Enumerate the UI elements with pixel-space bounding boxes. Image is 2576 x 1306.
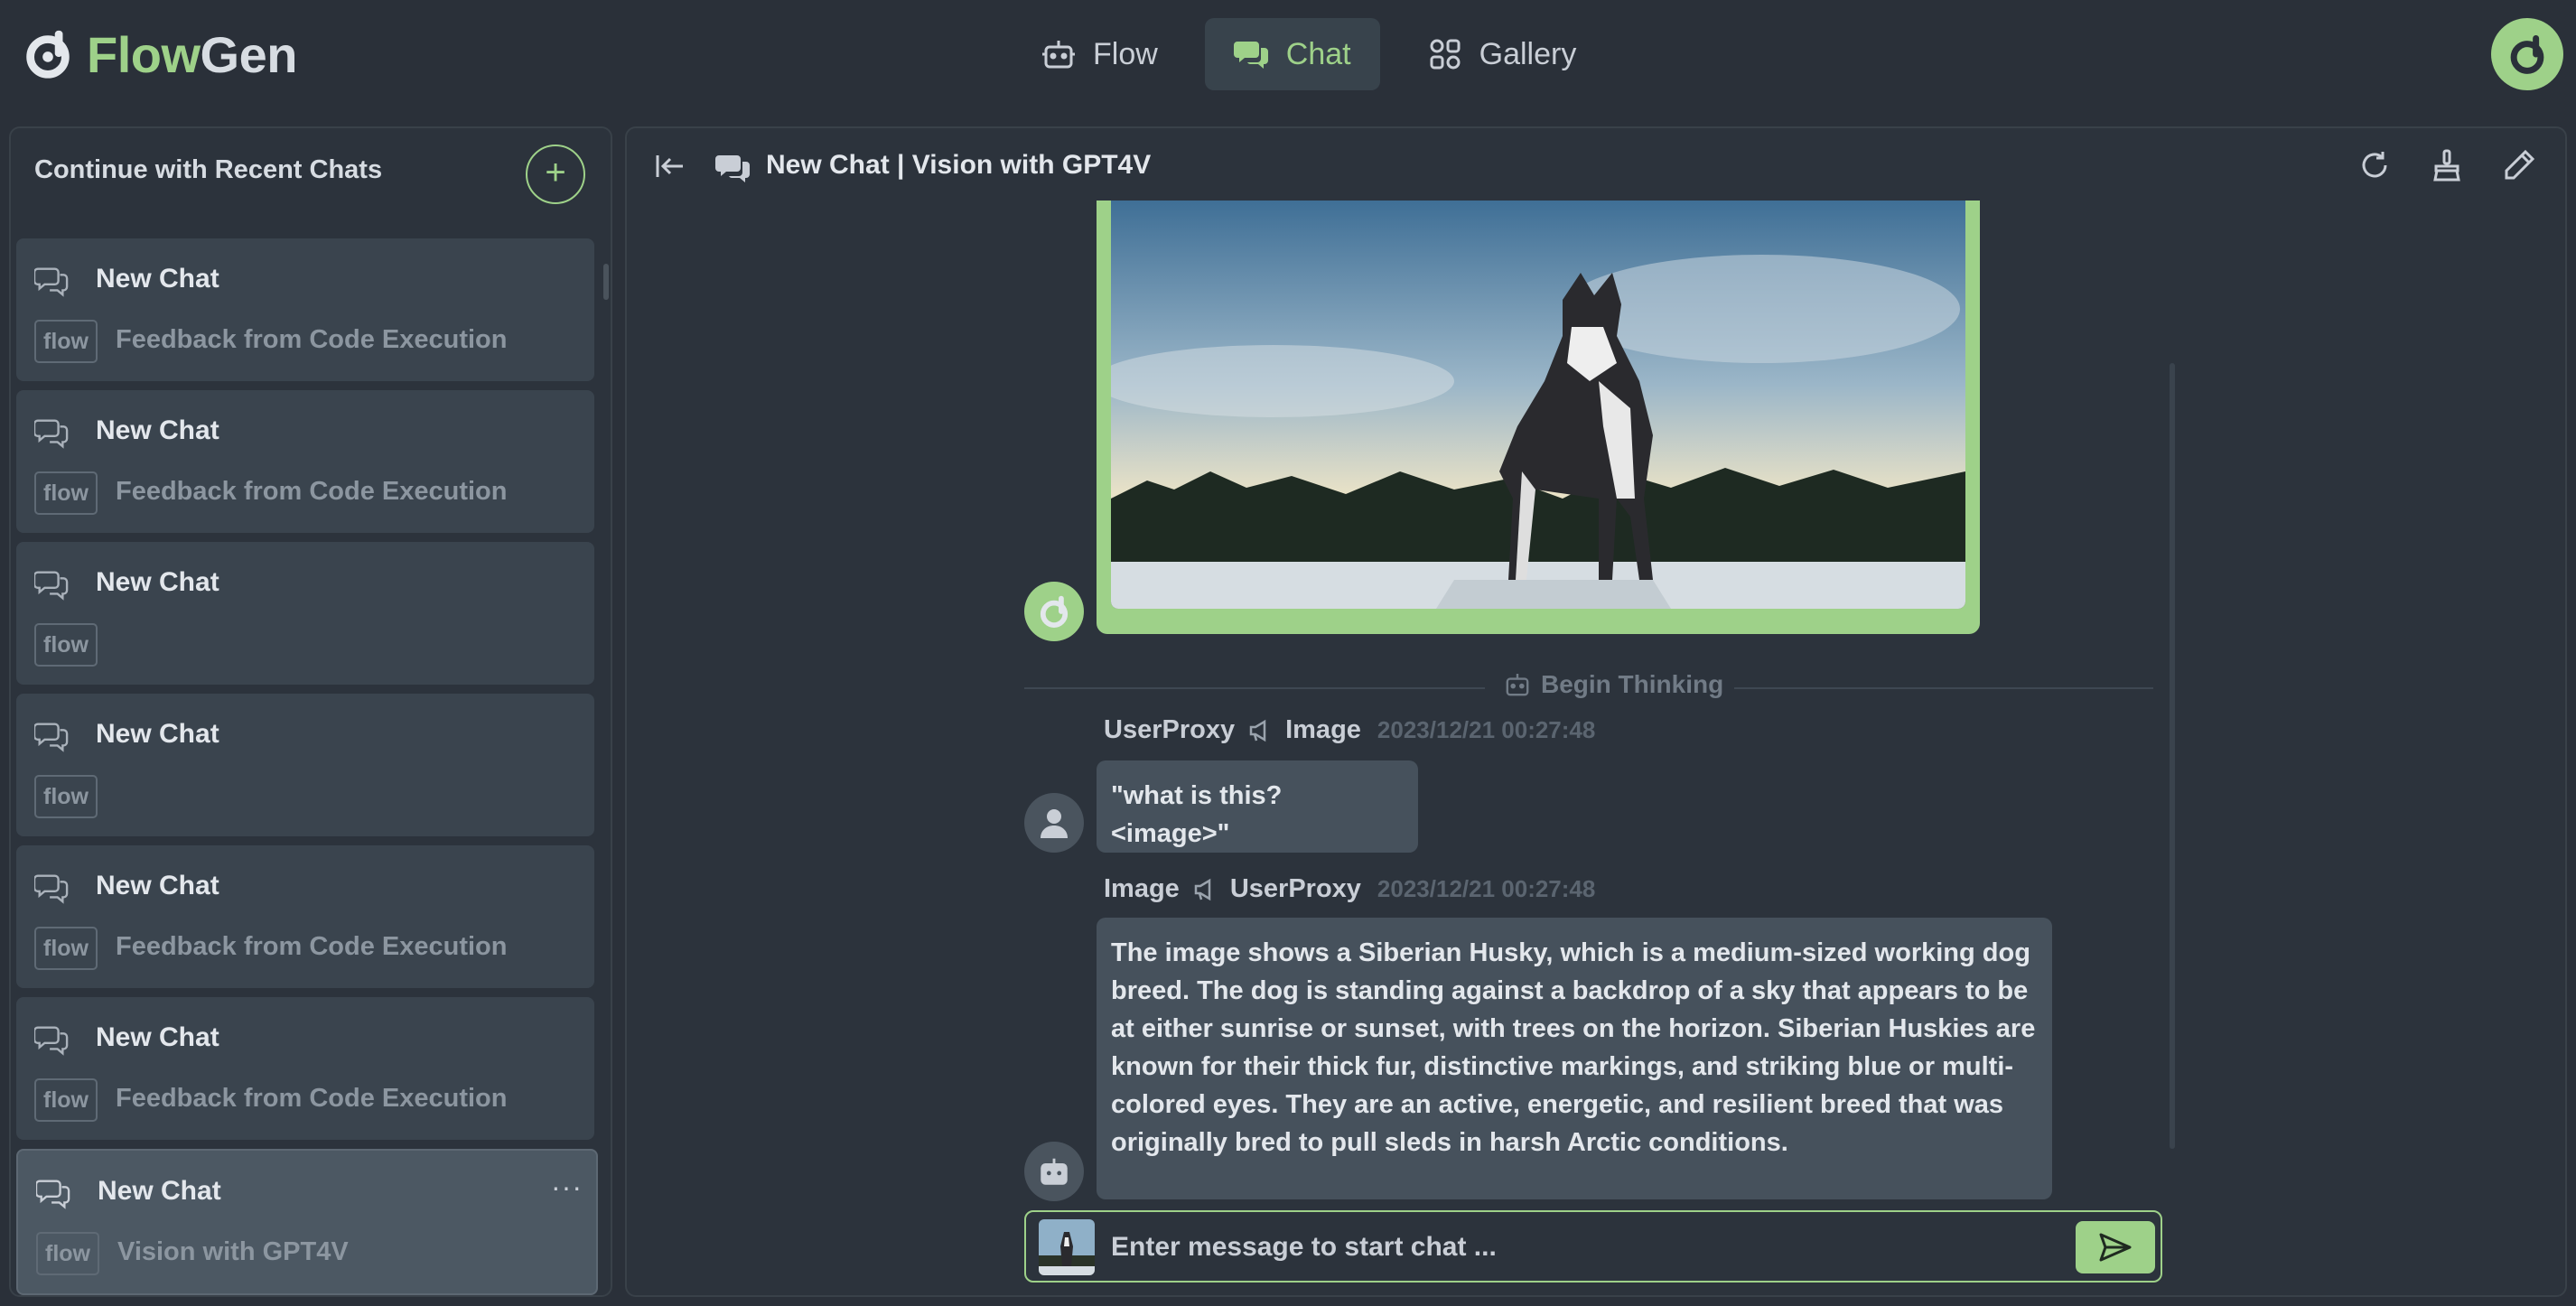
flow-badge: flow <box>34 927 98 970</box>
robot-icon <box>1506 674 1529 696</box>
user-avatar <box>1024 793 1084 853</box>
chat-panel: New Chat | Vision with GPT4V Begin Think… <box>625 126 2567 1297</box>
chat-bubbles-icon <box>34 723 69 752</box>
message-sender: UserProxy <box>1104 715 1236 744</box>
message-sender: Image <box>1104 874 1180 903</box>
chat-title: New Chat | Vision with GPT4V <box>766 150 1152 180</box>
message-bubble: The image shows a Siberian Husky, which … <box>1097 918 2052 1199</box>
begin-thinking-divider: Begin Thinking <box>1024 670 2153 706</box>
grid-icon <box>1430 39 1461 70</box>
chat-list-item-active[interactable]: New Chat ··· flow Vision with GPT4V <box>16 1149 598 1295</box>
message-header: UserProxy Image 2023/12/21 00:27:48 <box>1104 715 1595 745</box>
chat-bubbles-icon <box>34 1026 69 1056</box>
refresh-icon[interactable] <box>2357 148 2392 182</box>
chat-bubbles-icon <box>34 267 69 297</box>
message-timestamp: 2023/12/21 00:27:48 <box>1377 875 1596 902</box>
main-nav: Flow Chat Gallery <box>1012 18 1605 90</box>
tab-chat-label: Chat <box>1285 36 1351 71</box>
bot-avatar <box>1024 582 1084 641</box>
chat-list-item[interactable]: New Chat flow Feedback from Code Executi… <box>16 390 594 533</box>
clear-broom-icon[interactable] <box>2430 148 2464 182</box>
message-header: Image UserProxy 2023/12/21 00:27:48 <box>1104 874 1595 904</box>
chat-bubbles-icon <box>34 874 69 904</box>
chat-bubbles-icon <box>715 155 750 182</box>
message-timestamp: 2023/12/21 00:27:48 <box>1377 716 1596 743</box>
chat-bubbles-icon <box>34 419 69 449</box>
robot-icon <box>1041 1158 1068 1185</box>
chat-list-item[interactable]: New Chat flow Feedback from Code Executi… <box>16 997 594 1140</box>
image-message <box>1097 201 1980 634</box>
chat-scrollbar[interactable] <box>2170 363 2175 1149</box>
top-bar: FlowGen Flow Chat Gallery <box>0 0 2576 117</box>
flow-badge: flow <box>34 471 98 515</box>
tab-gallery-label: Gallery <box>1479 36 1577 71</box>
flowgen-logo-icon <box>2510 35 2544 74</box>
chat-bubbles-icon <box>36 1180 70 1209</box>
send-button[interactable] <box>2076 1221 2155 1273</box>
message-recipient: Image <box>1285 715 1361 744</box>
divider-label: Begin Thinking <box>1494 670 1733 699</box>
send-icon <box>2099 1233 2132 1262</box>
divider-text: Begin Thinking <box>1541 670 1724 698</box>
chat-list-item[interactable]: New Chat flow Feedback from Code Executi… <box>16 238 594 381</box>
flowgen-logo-icon <box>1040 595 1069 628</box>
more-options-button[interactable]: ··· <box>551 1171 583 1204</box>
chat-item-flow-name: Feedback from Code Execution <box>116 932 508 961</box>
chat-item-title: New Chat <box>96 264 219 294</box>
sidebar-heading: Continue with Recent Chats <box>34 155 383 184</box>
flow-badge: flow <box>34 623 98 667</box>
chat-item-flow-name: Feedback from Code Execution <box>116 1084 508 1113</box>
sidebar-scrollbar[interactable] <box>603 264 609 300</box>
collapse-sidebar-icon[interactable] <box>654 150 686 182</box>
chat-bubbles-icon <box>1233 42 1268 69</box>
megaphone-icon <box>1194 878 1211 900</box>
flow-badge: flow <box>34 320 98 363</box>
husky-image[interactable] <box>1111 201 1965 609</box>
chat-item-title: New Chat <box>96 1022 219 1052</box>
message-input-bar <box>1024 1210 2162 1283</box>
chat-list-item[interactable]: New Chat flow Feedback from Code Executi… <box>16 845 594 988</box>
flow-badge: flow <box>34 1078 98 1122</box>
flow-badge: flow <box>34 775 98 818</box>
divider-line <box>1024 687 1485 689</box>
tab-chat[interactable]: Chat <box>1204 18 1380 90</box>
robot-icon <box>1042 41 1075 69</box>
message-bubble: "what is this? <image>" <box>1097 760 1418 853</box>
edit-pencil-icon[interactable] <box>2502 148 2536 182</box>
chat-item-flow-name: Feedback from Code Execution <box>116 477 508 506</box>
chat-item-title: New Chat <box>96 719 219 749</box>
user-avatar[interactable] <box>2491 18 2563 90</box>
app-logo[interactable]: FlowGen <box>20 25 297 84</box>
brand-name: FlowGen <box>87 25 297 84</box>
chat-item-flow-name: Feedback from Code Execution <box>116 325 508 354</box>
bot-avatar <box>1024 1142 1084 1201</box>
chat-bubbles-icon <box>34 571 69 601</box>
divider-line <box>1734 687 2153 689</box>
message-recipient: UserProxy <box>1229 874 1361 903</box>
chat-list-item[interactable]: New Chat flow <box>16 542 594 685</box>
chat-item-title: New Chat <box>96 567 219 597</box>
megaphone-icon <box>1249 719 1266 742</box>
message-input[interactable] <box>1109 1212 2052 1283</box>
tab-flow[interactable]: Flow <box>1012 18 1187 90</box>
attached-image-thumbnail[interactable] <box>1039 1219 1095 1275</box>
chat-item-title: New Chat <box>96 871 219 900</box>
person-icon <box>1041 809 1068 838</box>
brand-name-part1: Flow <box>87 26 201 83</box>
chat-list-item[interactable]: New Chat flow <box>16 694 594 836</box>
chat-item-title: New Chat <box>98 1176 221 1206</box>
flow-badge: flow <box>36 1232 99 1275</box>
chat-item-flow-name: Vision with GPT4V <box>117 1237 349 1266</box>
tab-gallery[interactable]: Gallery <box>1398 18 1606 90</box>
recent-chats-sidebar: Continue with Recent Chats + New Chat fl… <box>9 126 612 1297</box>
brand-name-part2: Gen <box>200 26 298 83</box>
chat-item-title: New Chat <box>96 415 219 445</box>
flowgen-logo-icon <box>26 30 70 79</box>
tab-flow-label: Flow <box>1093 36 1158 71</box>
new-chat-button[interactable]: + <box>526 145 585 204</box>
